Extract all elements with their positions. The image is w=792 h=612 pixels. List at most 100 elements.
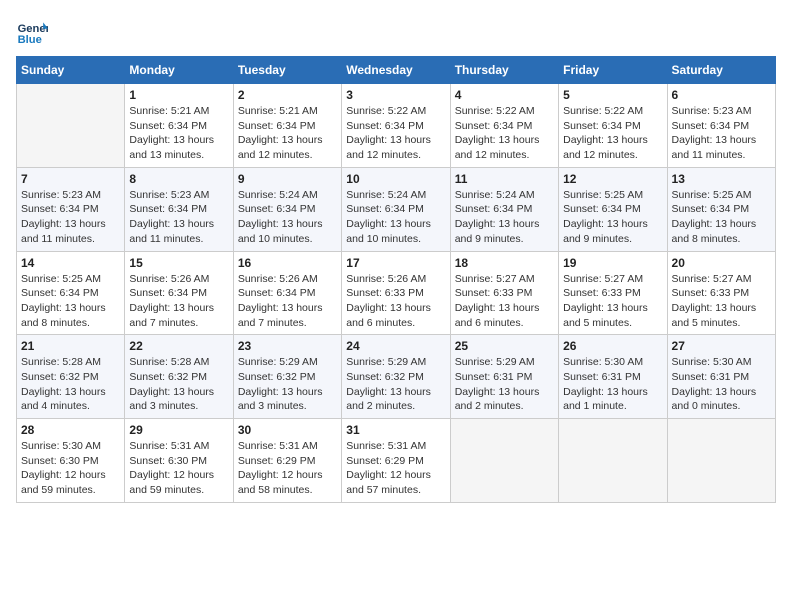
- sunset-text: Sunset: 6:33 PM: [672, 287, 750, 299]
- sunrise-text: Sunrise: 5:22 AM: [455, 105, 535, 117]
- sunset-text: Sunset: 6:34 PM: [346, 120, 424, 132]
- calendar-cell: [450, 419, 558, 503]
- sunrise-text: Sunrise: 5:27 AM: [563, 273, 643, 285]
- day-number: 20: [672, 256, 771, 270]
- day-number: 19: [563, 256, 662, 270]
- sunrise-text: Sunrise: 5:31 AM: [238, 440, 318, 452]
- calendar-header-row: SundayMondayTuesdayWednesdayThursdayFrid…: [17, 57, 776, 84]
- day-info: Sunrise: 5:27 AMSunset: 6:33 PMDaylight:…: [672, 272, 771, 331]
- day-info: Sunrise: 5:29 AMSunset: 6:31 PMDaylight:…: [455, 355, 554, 414]
- sunset-text: Sunset: 6:29 PM: [238, 455, 316, 467]
- day-number: 5: [563, 88, 662, 102]
- day-number: 6: [672, 88, 771, 102]
- day-info: Sunrise: 5:22 AMSunset: 6:34 PMDaylight:…: [563, 104, 662, 163]
- day-number: 22: [129, 339, 228, 353]
- calendar-cell: 17 Sunrise: 5:26 AMSunset: 6:33 PMDayligh…: [342, 251, 450, 335]
- sunset-text: Sunset: 6:32 PM: [21, 371, 99, 383]
- day-number: 29: [129, 423, 228, 437]
- daylight-text: Daylight: 13 hours and 7 minutes.: [129, 302, 214, 329]
- day-info: Sunrise: 5:23 AMSunset: 6:34 PMDaylight:…: [672, 104, 771, 163]
- daylight-text: Daylight: 13 hours and 10 minutes.: [238, 218, 323, 245]
- day-number: 16: [238, 256, 337, 270]
- calendar-table: SundayMondayTuesdayWednesdayThursdayFrid…: [16, 56, 776, 503]
- day-number: 30: [238, 423, 337, 437]
- calendar-cell: 18Sunrise: 5:27 AMSunset: 6:33 PMDayligh…: [450, 251, 558, 335]
- logo-icon: General Blue: [16, 16, 48, 48]
- day-info: Sunrise: 5:24 AMSunset: 6:34 PMDaylight:…: [346, 188, 445, 247]
- week-row-1: 1Sunrise: 5:21 AMSunset: 6:34 PMDaylight…: [17, 84, 776, 168]
- sunset-text: Sunset: 6:30 PM: [129, 455, 207, 467]
- sunset-text: Sunset: 6:33 PM: [455, 287, 533, 299]
- sunset-text: Sunset: 6:29 PM: [346, 455, 424, 467]
- sunrise-text: Sunrise: 5:27 AM: [672, 273, 752, 285]
- calendar-cell: 5 Sunrise: 5:22 AMSunset: 6:34 PMDaylight…: [559, 84, 667, 168]
- header-tuesday: Tuesday: [233, 57, 341, 84]
- week-row-4: 21 Sunrise: 5:28 AM Sunset: 6:32 PM Dayligh…: [17, 335, 776, 419]
- sunrise-text: Sunrise: 5:29 AM: [346, 356, 426, 368]
- calendar-cell: [559, 419, 667, 503]
- daylight-text: Daylight: 13 hours and 4 minutes.: [21, 386, 106, 413]
- day-info: Sunrise: 5:26 AMSunset: 6:33 PMDaylight:…: [346, 272, 445, 331]
- daylight-text: Daylight: 13 hours and 8 minutes.: [21, 302, 106, 329]
- daylight-text: Daylight: 13 hours and 6 minutes.: [455, 302, 540, 329]
- svg-text:Blue: Blue: [18, 34, 42, 46]
- sunset-text: Sunset: 6:32 PM: [129, 371, 207, 383]
- sunrise-text: Sunrise: 5:29 AM: [238, 356, 318, 368]
- calendar-cell: 8Sunrise: 5:23 AMSunset: 6:34 PMDaylight…: [125, 167, 233, 251]
- sunrise-text: Sunrise: 5:21 AM: [238, 105, 318, 117]
- calendar-cell: 4Sunrise: 5:22 AMSunset: 6:34 PMDaylight…: [450, 84, 558, 168]
- calendar-cell: 16Sunrise: 5:26 AMSunset: 6:34 PMDayligh…: [233, 251, 341, 335]
- day-info: Sunrise: 5:31 AMSunset: 6:30 PMDaylight:…: [129, 439, 228, 498]
- sunrise-text: Sunrise: 5:28 AM: [21, 356, 101, 368]
- daylight-text: Daylight: 12 hours and 59 minutes.: [21, 469, 106, 496]
- calendar-cell: 7Sunrise: 5:23 AMSunset: 6:34 PMDaylight…: [17, 167, 125, 251]
- sunset-text: Sunset: 6:34 PM: [21, 203, 99, 215]
- daylight-text: Daylight: 13 hours and 10 minutes.: [346, 218, 431, 245]
- daylight-text: Daylight: 13 hours and 2 minutes.: [455, 386, 540, 413]
- daylight-text: Daylight: 13 hours and 3 minutes.: [129, 386, 214, 413]
- daylight-text: Daylight: 12 hours and 58 minutes.: [238, 469, 323, 496]
- day-info: Sunrise: 5:25 AMSunset: 6:34 PMDaylight:…: [563, 188, 662, 247]
- day-info: Sunrise: 5:27 AMSunset: 6:33 PMDaylight:…: [455, 272, 554, 331]
- sunset-text: Sunset: 6:32 PM: [346, 371, 424, 383]
- calendar-cell: 15Sunrise: 5:26 AMSunset: 6:34 PMDayligh…: [125, 251, 233, 335]
- calendar-cell: 26Sunrise: 5:30 AMSunset: 6:31 PMDayligh…: [559, 335, 667, 419]
- sunrise-text: Sunrise: 5:24 AM: [346, 189, 426, 201]
- day-info: Sunrise: 5:29 AM Sunset: 6:32 PM Daylight:…: [346, 355, 445, 414]
- day-info: Sunrise: 5:29 AM Sunset: 6:32 PM Daylight:…: [238, 355, 337, 414]
- calendar-cell: 27Sunrise: 5:30 AMSunset: 6:31 PMDayligh…: [667, 335, 775, 419]
- calendar-cell: 3Sunrise: 5:22 AMSunset: 6:34 PMDaylight…: [342, 84, 450, 168]
- sunrise-text: Sunrise: 5:30 AM: [563, 356, 643, 368]
- calendar-cell: 28Sunrise: 5:30 AMSunset: 6:30 PMDayligh…: [17, 419, 125, 503]
- sunset-text: Sunset: 6:34 PM: [672, 203, 750, 215]
- sunset-text: Sunset: 6:34 PM: [129, 203, 207, 215]
- day-number: 21: [21, 339, 120, 353]
- sunset-text: Sunset: 6:32 PM: [238, 371, 316, 383]
- sunset-text: Sunset: 6:31 PM: [455, 371, 533, 383]
- sunrise-text: Sunrise: 5:26 AM: [129, 273, 209, 285]
- daylight-text: Daylight: 13 hours and 2 minutes.: [346, 386, 431, 413]
- calendar-cell: 29 Sunrise: 5:31 AMSunset: 6:30 PMDayligh…: [125, 419, 233, 503]
- day-info: Sunrise: 5:30 AMSunset: 6:31 PMDaylight:…: [563, 355, 662, 414]
- day-number: 2: [238, 88, 337, 102]
- sunset-text: Sunset: 6:30 PM: [21, 455, 99, 467]
- logo: General Blue: [16, 16, 52, 48]
- day-number: 7: [21, 172, 120, 186]
- header-thursday: Thursday: [450, 57, 558, 84]
- week-row-3: 14Sunrise: 5:25 AMSunset: 6:34 PMDayligh…: [17, 251, 776, 335]
- sunset-text: Sunset: 6:31 PM: [672, 371, 750, 383]
- sunrise-text: Sunrise: 5:26 AM: [238, 273, 318, 285]
- header-wednesday: Wednesday: [342, 57, 450, 84]
- sunset-text: Sunset: 6:33 PM: [563, 287, 641, 299]
- day-number: 27: [672, 339, 771, 353]
- daylight-text: Daylight: 13 hours and 3 minutes.: [238, 386, 323, 413]
- calendar-cell: [667, 419, 775, 503]
- day-number: 23: [238, 339, 337, 353]
- calendar-cell: 6 Sunrise: 5:23 AMSunset: 6:34 PMDaylight…: [667, 84, 775, 168]
- header-saturday: Saturday: [667, 57, 775, 84]
- daylight-text: Daylight: 13 hours and 11 minutes.: [672, 134, 757, 161]
- day-number: 3: [346, 88, 445, 102]
- day-number: 17: [346, 256, 445, 270]
- week-row-5: 28Sunrise: 5:30 AMSunset: 6:30 PMDayligh…: [17, 419, 776, 503]
- daylight-text: Daylight: 13 hours and 5 minutes.: [563, 302, 648, 329]
